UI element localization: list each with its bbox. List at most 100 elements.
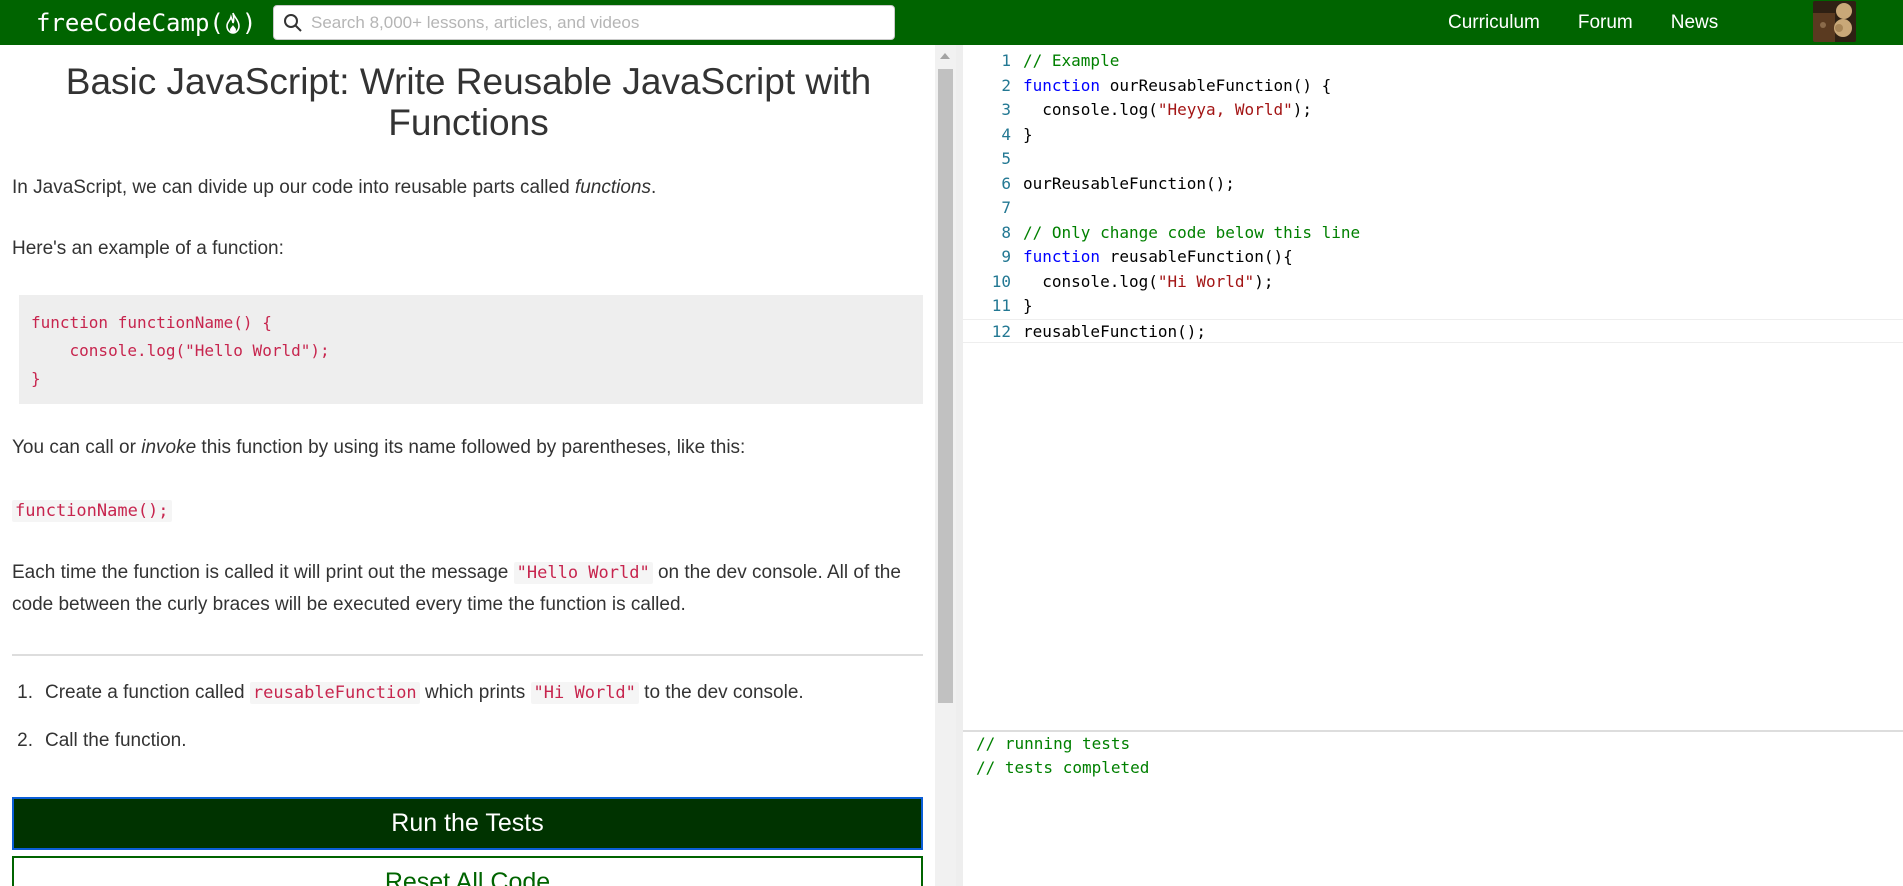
editor-line[interactable]: 7 — [963, 196, 1903, 220]
pane-splitter[interactable] — [956, 45, 963, 886]
code-token: "Heyya, World" — [1157, 100, 1293, 119]
lesson-scrollbar[interactable] — [935, 45, 956, 886]
task-text: to the dev console. — [638, 682, 804, 703]
inline-code: "Hello World" — [513, 562, 653, 584]
nav-link-news[interactable]: News — [1671, 12, 1719, 34]
freecodecamp-logo[interactable]: freeCodeCamp( ) — [36, 6, 256, 39]
inline-code: functionName(); — [12, 500, 172, 522]
nav-links: Curriculum Forum News — [1448, 0, 1756, 45]
line-number: 7 — [1001, 198, 1011, 217]
task-number: 1. — [17, 682, 33, 703]
run-tests-button[interactable]: Run the Tests — [12, 797, 923, 850]
paragraph-text: You can call or — [12, 437, 142, 458]
paragraph-text: this function by using its name followed… — [196, 437, 746, 458]
task-text: Call the function. — [45, 730, 187, 751]
lesson-paragraph-2: Here's an example of a function: — [12, 238, 284, 259]
lesson-title: Basic JavaScript: Write Reusable JavaScr… — [65, 61, 872, 143]
editor-line[interactable]: 8 // Only change code below this line — [963, 221, 1903, 245]
nav-link-curriculum[interactable]: Curriculum — [1448, 12, 1540, 34]
line-code: ourReusableFunction(); — [1023, 172, 1235, 196]
lesson-paragraph-3: You can call or invoke this function by … — [12, 432, 925, 464]
inline-code: "Hi World" — [530, 682, 639, 704]
task-list: 1. Create a function called reusableFunc… — [12, 682, 925, 778]
line-number: 4 — [1001, 124, 1011, 144]
code-token: reusableFunction(){ — [1100, 247, 1293, 266]
code-token: // Only change code below this line — [1023, 222, 1361, 242]
code-token: // Example — [1023, 51, 1120, 70]
brand-text-right: ) — [241, 8, 257, 37]
editor-line[interactable]: 5 — [963, 147, 1903, 171]
section-divider — [12, 654, 923, 656]
line-number: 9 — [1001, 247, 1011, 266]
search-input[interactable] — [309, 7, 894, 38]
line-number: 3 — [1001, 100, 1011, 119]
scrollbar-thumb[interactable] — [938, 69, 953, 703]
top-navbar: freeCodeCamp( ) Curriculum Forum News — [0, 0, 1903, 45]
search-bar[interactable] — [273, 5, 895, 40]
lesson-pane: Basic JavaScript: Write Reusable JavaScr… — [0, 45, 935, 886]
code-token: } — [1023, 296, 1033, 315]
paragraph-text: . — [650, 177, 657, 198]
line-number: 6 — [1001, 173, 1011, 193]
editor-line[interactable]: 2 function ourReusableFunction() { — [963, 74, 1903, 98]
emphasis-text: functions — [574, 177, 651, 198]
line-code: // Example — [1023, 49, 1119, 73]
code-editor[interactable]: 1 // Example 2 function ourReusableFunction… — [963, 45, 1903, 730]
line-code: // Only change code below this line — [1023, 221, 1360, 245]
line-code: console.log("Heyya, World"); — [1023, 98, 1312, 122]
user-avatar[interactable] — [1813, 1, 1856, 42]
inline-code: reusableFunction — [249, 682, 420, 704]
code-token: console.log( — [1023, 100, 1158, 119]
code-token: } — [1023, 124, 1033, 144]
lesson-paragraph-4: Each time the function is called it will… — [12, 557, 925, 621]
line-code: console.log("Hi World"); — [1023, 270, 1273, 294]
task-item: 2. Call the function. — [12, 730, 925, 778]
line-number: 12 — [991, 321, 1011, 341]
editor-line[interactable]: 10 console.log("Hi World"); — [963, 270, 1903, 294]
paragraph-text: In JavaScript, we can divide up our code… — [12, 177, 575, 198]
lesson-paragraph-1: In JavaScript, we can divide up our code… — [12, 172, 925, 204]
example-code-block: function functionName() { console.log("H… — [19, 295, 923, 404]
line-number: 11 — [991, 296, 1011, 315]
editor-line[interactable]: 3 console.log("Heyya, World"); — [963, 98, 1903, 122]
code-token: function — [1023, 75, 1101, 95]
code-token: console.log( — [1023, 271, 1158, 291]
search-icon — [283, 13, 303, 33]
reset-code-button[interactable]: Reset All Code — [12, 856, 923, 886]
code-token: ); — [1254, 271, 1274, 291]
line-number: 5 — [1001, 149, 1011, 168]
code-token: reusableFunction(); — [1023, 321, 1207, 341]
code-token: function — [1023, 247, 1101, 266]
task-text: Create a function called — [45, 682, 250, 703]
line-code: function ourReusableFunction() { — [1023, 74, 1331, 98]
output-console: // running tests // tests completed — [963, 732, 1903, 886]
emphasis-text: invoke — [141, 437, 197, 458]
paragraph-text: Each time the function is called it will… — [12, 562, 514, 583]
call-example: functionName(); — [12, 495, 925, 527]
line-number: 2 — [1001, 75, 1011, 95]
task-number: 2. — [17, 730, 33, 751]
scroll-up-arrow-icon[interactable] — [940, 53, 950, 59]
task-text: which prints — [419, 682, 531, 703]
line-number: 10 — [991, 271, 1011, 291]
line-code: } — [1023, 123, 1033, 147]
editor-line[interactable]: 6 ourReusableFunction(); — [963, 172, 1903, 196]
code-token: ); — [1292, 100, 1312, 119]
code-token: "Hi World" — [1157, 271, 1255, 291]
flame-icon — [225, 12, 241, 34]
console-line: // tests completed — [976, 758, 1150, 777]
code-token: ourReusableFunction() { — [1100, 75, 1332, 95]
line-code: } — [1023, 294, 1033, 318]
editor-line[interactable]: 11} — [963, 294, 1903, 318]
editor-line[interactable]: 12 reusableFunction(); — [963, 318, 1903, 343]
nav-link-forum[interactable]: Forum — [1578, 12, 1633, 34]
line-number: 1 — [1001, 51, 1011, 70]
task-item: 1. Create a function called reusableFunc… — [12, 682, 925, 730]
brand-text-left: freeCodeCamp( — [36, 8, 224, 37]
line-number: 8 — [1001, 222, 1011, 242]
line-code: function reusableFunction(){ — [1023, 245, 1293, 269]
console-line: // running tests — [976, 734, 1131, 753]
editor-line[interactable]: 9 function reusableFunction(){ — [963, 245, 1903, 269]
editor-line[interactable]: 1 // Example — [963, 49, 1903, 73]
editor-line[interactable]: 4} — [963, 123, 1903, 147]
